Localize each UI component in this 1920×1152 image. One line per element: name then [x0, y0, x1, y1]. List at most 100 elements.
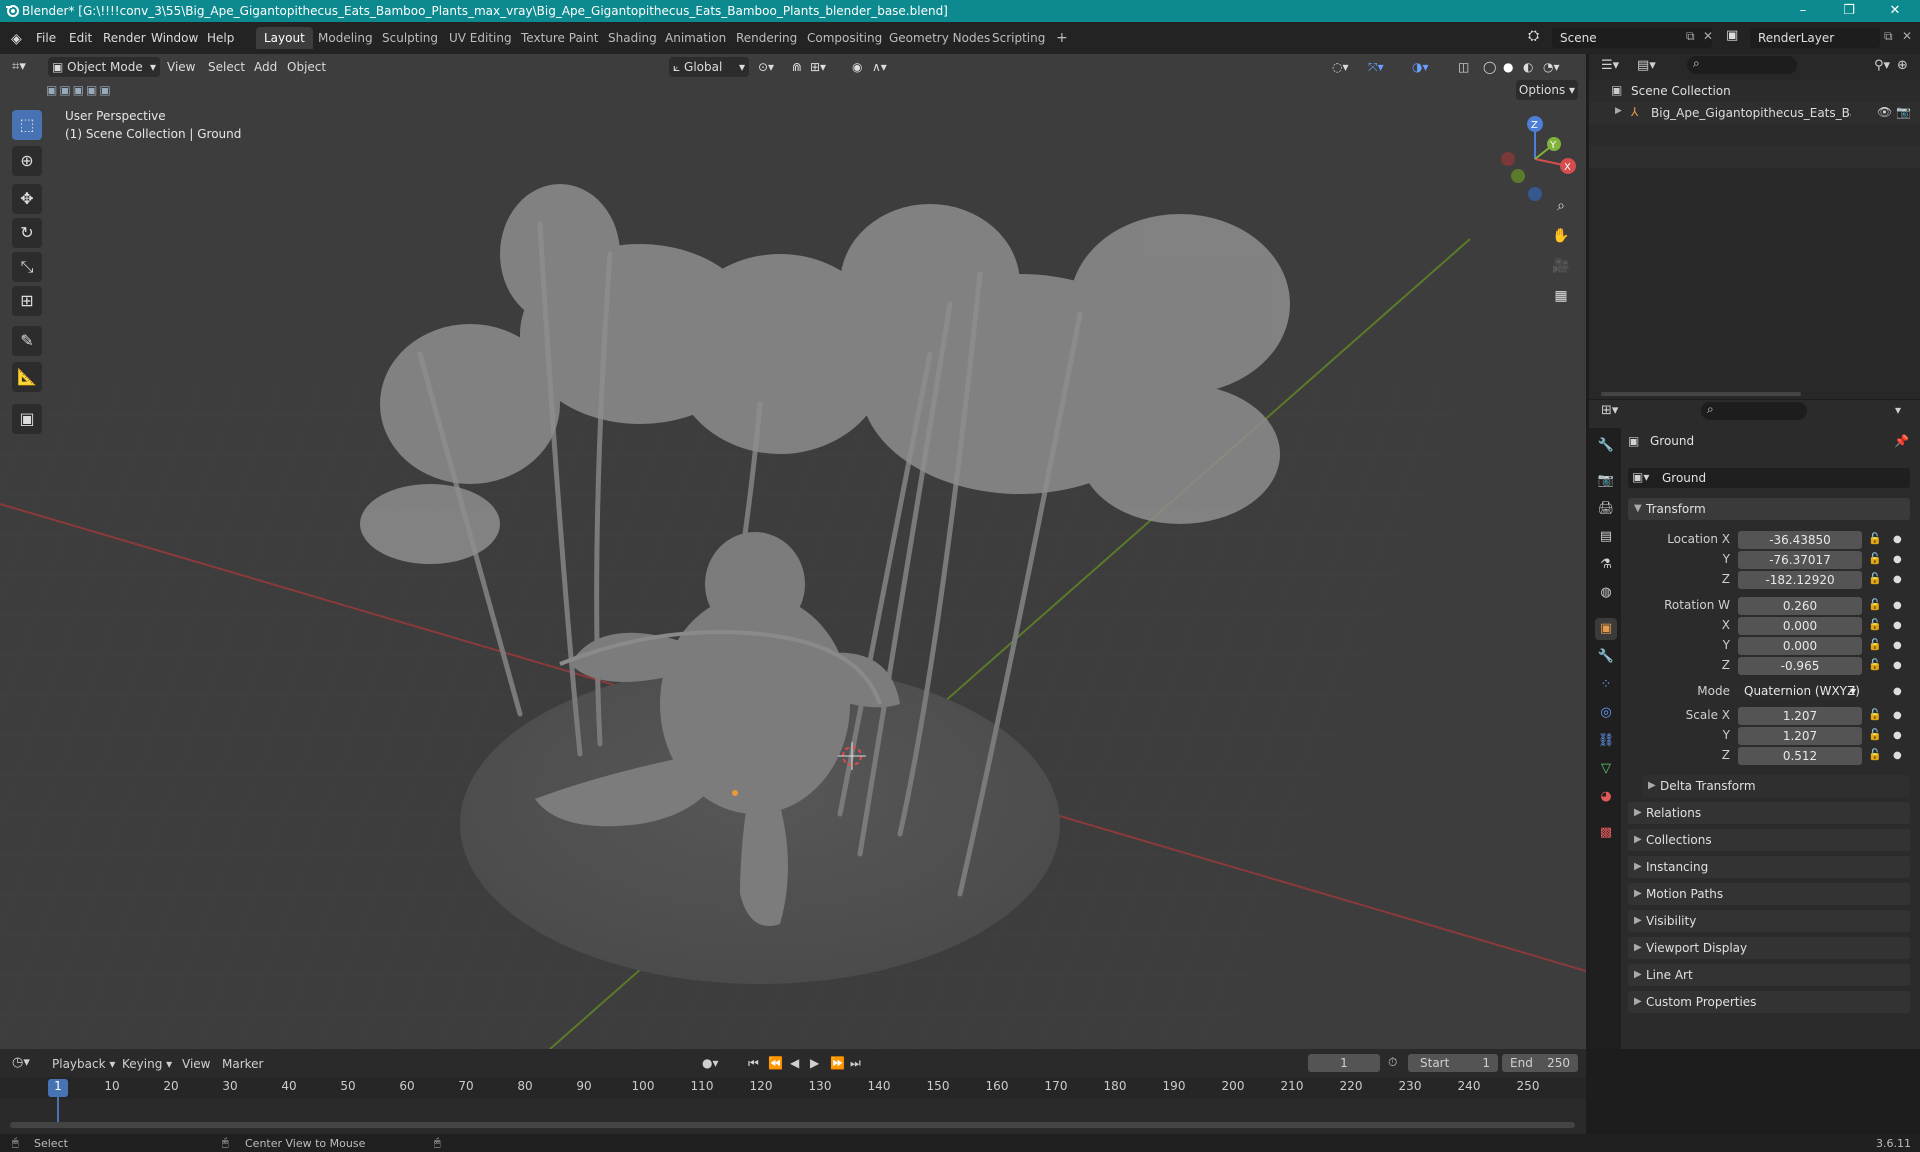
- tab-geometry-nodes[interactable]: Geometry Nodes: [881, 27, 998, 49]
- rendered-shading-icon[interactable]: ◔▾: [1543, 57, 1560, 77]
- texture-tab-icon[interactable]: ▩: [1595, 822, 1617, 844]
- viewport-display-panel[interactable]: ▶ Viewport Display: [1628, 937, 1910, 959]
- close-button[interactable]: ✕: [1872, 0, 1918, 22]
- scene-copy-icon[interactable]: ⧉: [1686, 29, 1695, 44]
- keyframe-dot-icon[interactable]: ●: [1893, 750, 1902, 761]
- orientation-dropdown[interactable]: ⟀ Global ▾: [669, 57, 749, 77]
- next-keyframe-icon[interactable]: ⏩: [830, 1056, 845, 1070]
- pan-hand-icon[interactable]: ✋: [1549, 224, 1573, 248]
- tab-layout[interactable]: Layout: [256, 27, 313, 49]
- rotation-w-field[interactable]: 0.260: [1738, 597, 1862, 615]
- keyframe-dot-icon[interactable]: ●: [1893, 554, 1902, 565]
- scale-x-field[interactable]: 1.207: [1738, 707, 1862, 725]
- chevron-down-icon[interactable]: ▾: [1895, 403, 1901, 417]
- jump-end-icon[interactable]: ⏭: [850, 1056, 861, 1071]
- 3d-viewport[interactable]: ⬚ ⊕ ✥ ↻ ⤡ ⊞ ✎ 📐 ▣ User Perspective (1) S…: [0, 54, 1586, 1049]
- tab-modeling[interactable]: Modeling: [310, 27, 381, 49]
- collections-panel[interactable]: ▶ Collections: [1628, 829, 1910, 851]
- keyframe-dot-icon[interactable]: ●: [1893, 600, 1902, 611]
- location-x-field[interactable]: -36.43850: [1738, 531, 1862, 549]
- falloff-icon[interactable]: ∧▾: [872, 57, 887, 77]
- proportional-edit-icon[interactable]: ◉: [852, 57, 862, 77]
- lock-icon[interactable]: 🔓: [1868, 572, 1882, 585]
- camera-view-icon[interactable]: 🎥: [1549, 254, 1573, 278]
- eye-icon[interactable]: 👁: [1877, 105, 1892, 119]
- transform-tool[interactable]: ⊞: [12, 286, 42, 316]
- cursor-tool[interactable]: ⊕: [12, 146, 42, 176]
- marker-menu[interactable]: Marker: [222, 1057, 263, 1071]
- lock-icon[interactable]: 🔓: [1868, 618, 1882, 631]
- wireframe-shading-icon[interactable]: ◯: [1483, 57, 1496, 77]
- zoom-icon[interactable]: ⌕: [1549, 194, 1573, 218]
- scale-z-field[interactable]: 0.512: [1738, 747, 1862, 765]
- select-menu[interactable]: Select: [208, 57, 245, 77]
- rotation-x-field[interactable]: 0.000: [1738, 617, 1862, 635]
- maximize-button[interactable]: ❐: [1826, 0, 1872, 22]
- scene-close-icon[interactable]: ✕: [1703, 29, 1713, 43]
- render-tab-icon[interactable]: 📷: [1595, 470, 1617, 492]
- keyframe-dot-icon[interactable]: ●: [1893, 660, 1902, 671]
- view-layer-icon[interactable]: ▣: [1726, 28, 1738, 43]
- tool-tab-icon[interactable]: 🔧: [1595, 435, 1617, 457]
- tab-compositing[interactable]: Compositing: [799, 27, 890, 49]
- object-name-field[interactable]: ▣▾ Ground: [1628, 468, 1910, 488]
- display-mode-icon[interactable]: ▤▾: [1637, 58, 1656, 73]
- outliner-row-scene-collection[interactable]: ▣ Scene Collection: [1589, 80, 1920, 102]
- custom-properties-panel[interactable]: ▶ Custom Properties: [1628, 991, 1910, 1013]
- keyframe-dot-icon[interactable]: ●: [1893, 686, 1902, 697]
- filter-icon[interactable]: ⚲▾: [1874, 58, 1890, 73]
- properties-editor-icon[interactable]: ⊞▾: [1601, 403, 1618, 418]
- output-tab-icon[interactable]: 🖨: [1595, 498, 1617, 520]
- tab-sculpting[interactable]: Sculpting: [374, 27, 446, 49]
- move-tool[interactable]: ✥: [12, 184, 42, 214]
- camera-icon[interactable]: 📷: [1896, 105, 1911, 119]
- menu-window[interactable]: Window: [151, 31, 198, 45]
- lock-icon[interactable]: 🔓: [1868, 708, 1882, 721]
- rotation-z-field[interactable]: -0.965: [1738, 657, 1862, 675]
- overlay-toggle-icon[interactable]: ◑▾: [1412, 57, 1429, 77]
- play-icon[interactable]: ▶: [810, 1056, 819, 1070]
- prev-keyframe-icon[interactable]: ⏪: [768, 1056, 783, 1070]
- tab-shading[interactable]: Shading: [600, 27, 665, 49]
- stopwatch-icon[interactable]: ⏱: [1388, 1055, 1397, 1070]
- menu-edit[interactable]: Edit: [69, 31, 92, 45]
- delta-transform-subpanel[interactable]: ▶ Delta Transform: [1642, 775, 1910, 797]
- start-frame-field[interactable]: Start 1: [1408, 1054, 1498, 1072]
- view-layer-field[interactable]: RenderLayer: [1750, 28, 1880, 48]
- lock-icon[interactable]: 🔓: [1868, 728, 1882, 741]
- view-layer-copy-icon[interactable]: ⧉: [1884, 29, 1893, 44]
- outliner-search-input[interactable]: ⌕: [1687, 56, 1797, 74]
- timeline-view-menu[interactable]: View: [182, 1057, 210, 1071]
- location-z-field[interactable]: -182.12920: [1738, 571, 1862, 589]
- lock-icon[interactable]: 🔓: [1868, 658, 1882, 671]
- current-frame-field[interactable]: 1: [1308, 1054, 1380, 1072]
- pivot-icon[interactable]: ⊙▾: [758, 57, 774, 77]
- outliner-row-object[interactable]: ▶ ⅄ Big_Ape_Gigantopithecus_Eats_Bamboo …: [1589, 102, 1920, 124]
- visibility-icon[interactable]: ◌▾: [1332, 57, 1349, 77]
- mode-dropdown[interactable]: ▣ Object Mode ▾: [48, 57, 160, 77]
- transform-panel-header[interactable]: ▼ Transform: [1628, 498, 1910, 520]
- lock-icon[interactable]: 🔓: [1868, 748, 1882, 761]
- instancing-panel[interactable]: ▶ Instancing: [1628, 856, 1910, 878]
- lock-icon[interactable]: 🔓: [1868, 638, 1882, 651]
- play-reverse-icon[interactable]: ◀: [790, 1056, 799, 1070]
- snap-icon[interactable]: ⋒: [792, 57, 802, 77]
- menu-help[interactable]: Help: [207, 31, 234, 45]
- menu-file[interactable]: File: [36, 31, 56, 45]
- outliner-scrollbar[interactable]: [1601, 392, 1801, 396]
- scale-tool[interactable]: ⤡: [12, 252, 42, 282]
- timeline-scrollbar[interactable]: [10, 1122, 1575, 1128]
- tab-uv-editing[interactable]: UV Editing: [441, 27, 520, 49]
- keyframe-dot-icon[interactable]: ●: [1893, 620, 1902, 631]
- relations-panel[interactable]: ▶ Relations: [1628, 802, 1910, 824]
- location-y-field[interactable]: -76.37017: [1738, 551, 1862, 569]
- timeline-editor-icon[interactable]: ◷▾: [12, 1055, 30, 1070]
- object-menu[interactable]: Object: [287, 57, 326, 77]
- scene-selector-icon[interactable]: ⛭: [1528, 28, 1539, 44]
- tab-animation[interactable]: Animation: [657, 27, 734, 49]
- selection-mode-icons[interactable]: ▣▣▣▣▣: [46, 80, 113, 100]
- end-frame-field[interactable]: End 250: [1502, 1054, 1578, 1072]
- keyframe-dot-icon[interactable]: ●: [1893, 730, 1902, 741]
- keyframe-dot-icon[interactable]: ●: [1893, 534, 1902, 545]
- select-box-tool[interactable]: ⬚: [12, 110, 42, 140]
